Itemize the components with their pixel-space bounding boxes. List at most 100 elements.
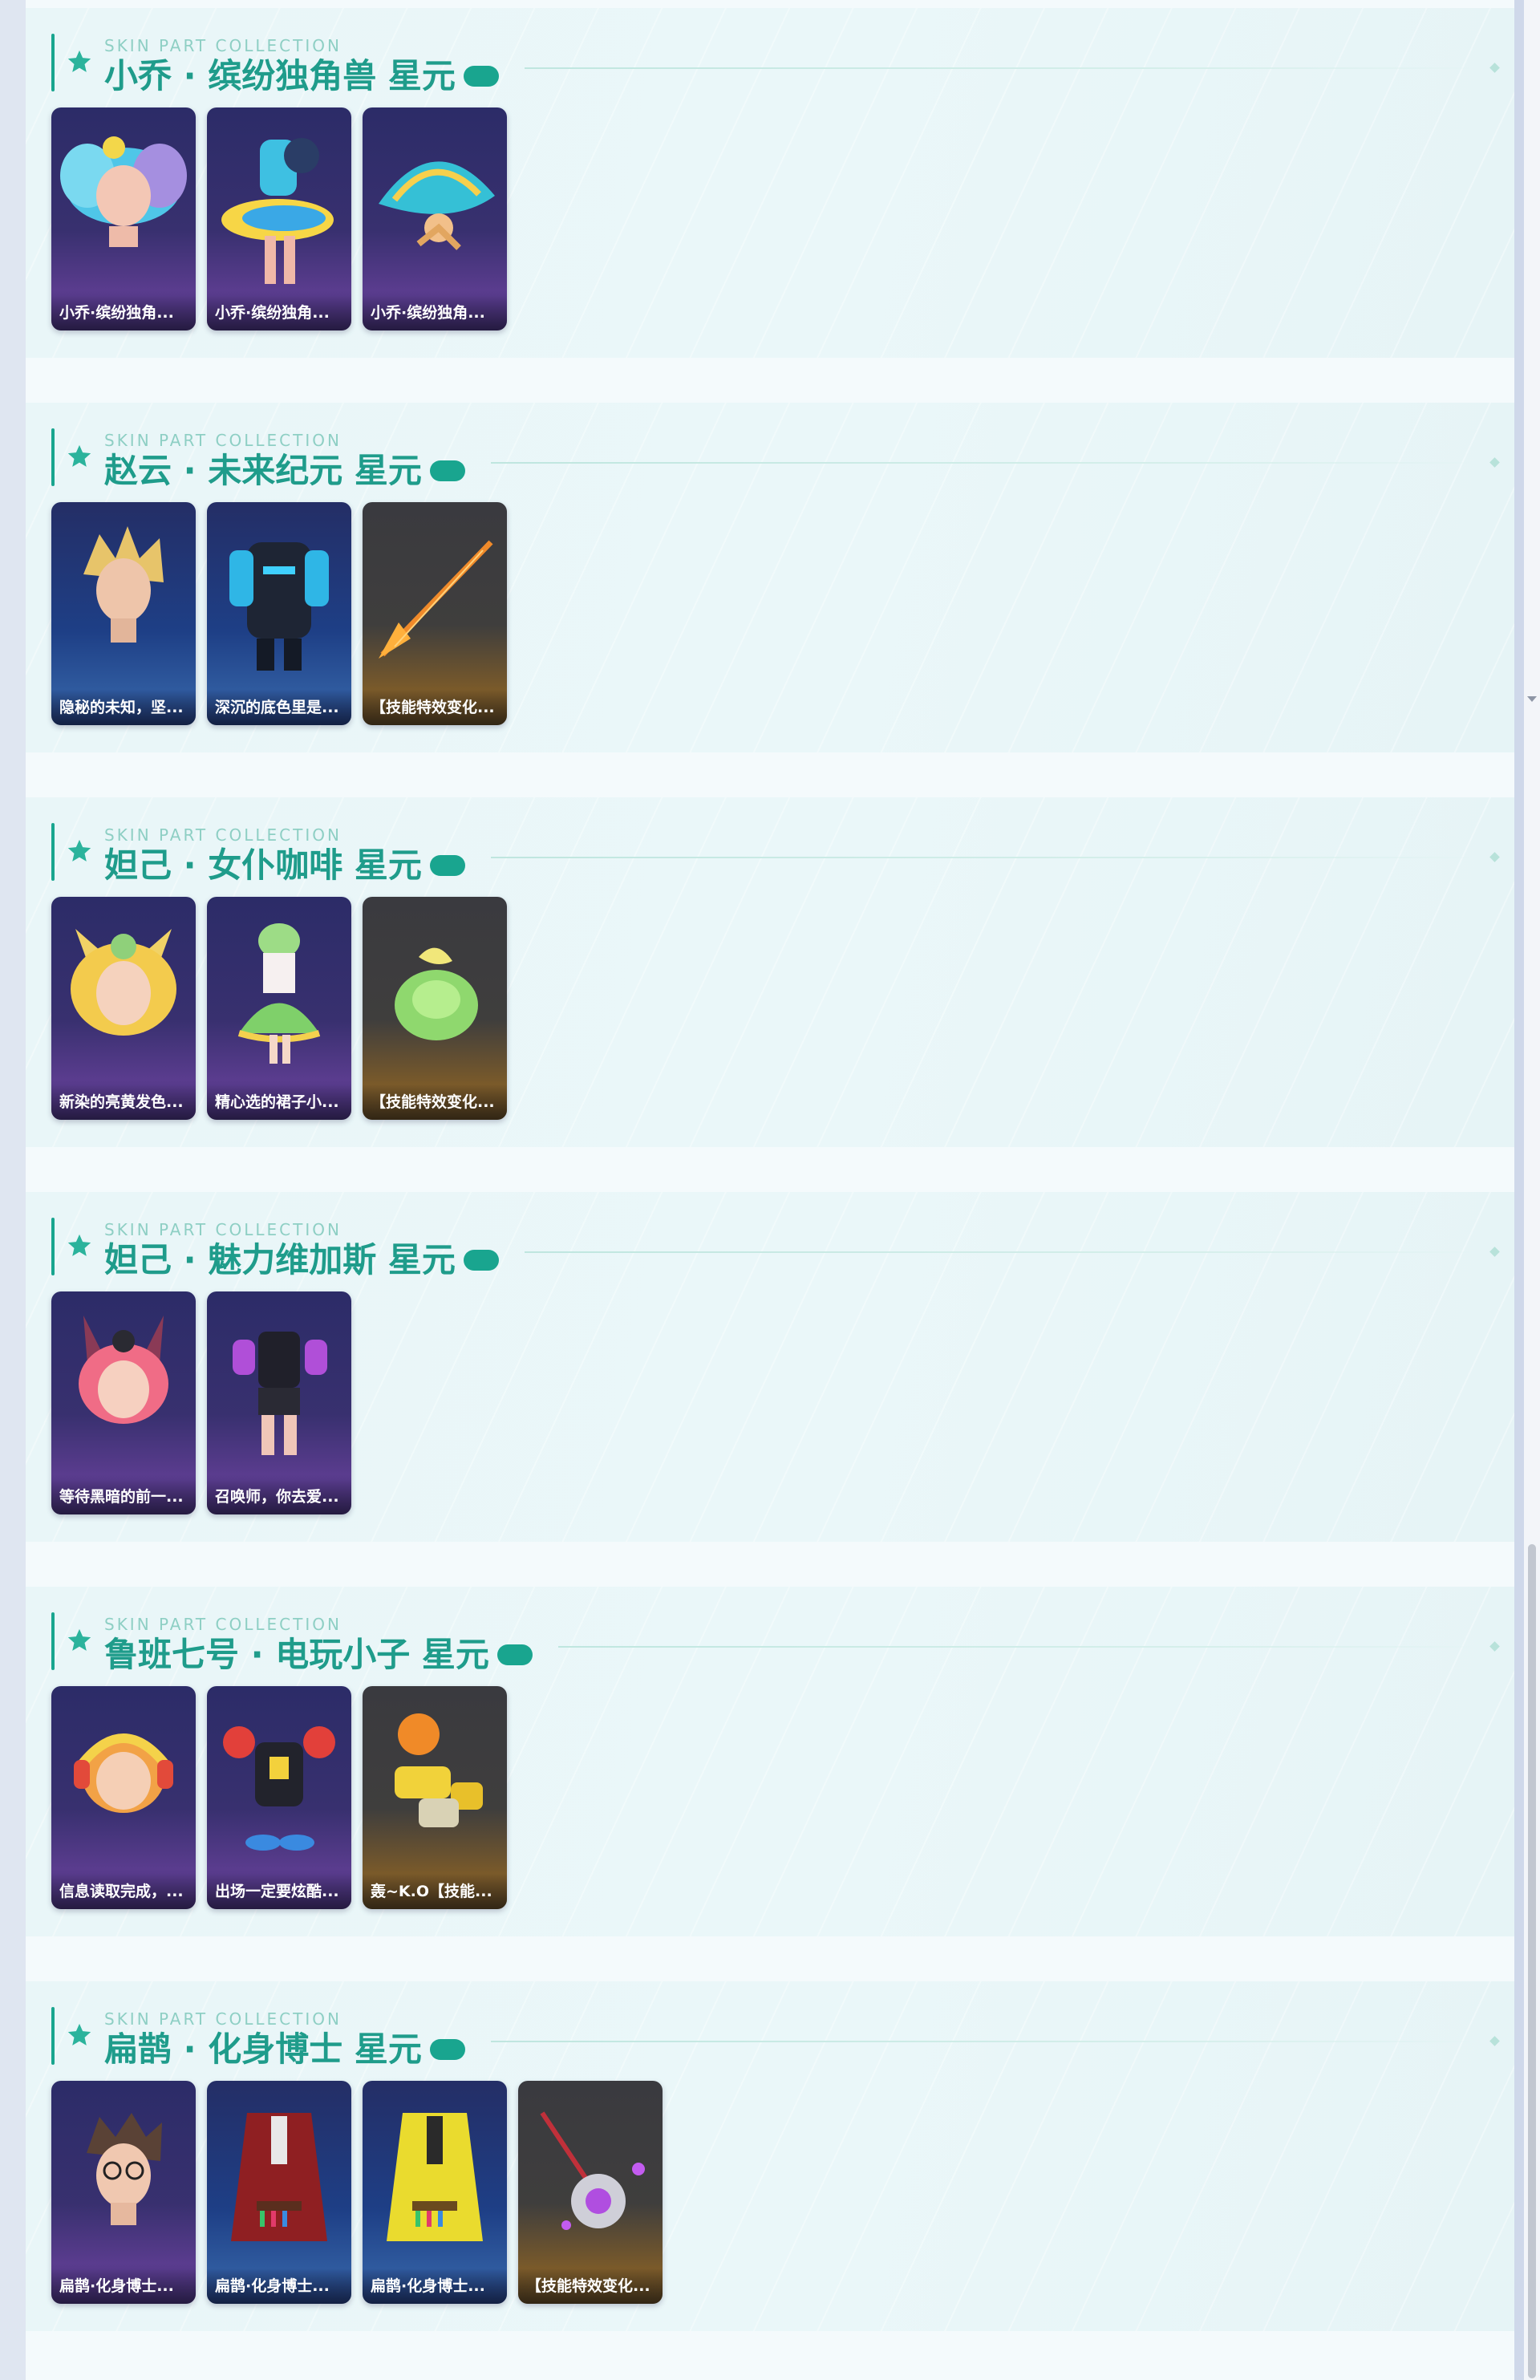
skin-part-card[interactable]: 信息读取完成，... <box>51 1686 196 1909</box>
title-pill-badge <box>496 1644 533 1665</box>
scroll-down-arrow-icon[interactable] <box>1527 696 1537 702</box>
section-header: SKIN PART COLLECTION 扁鹊 · 化身博士 星元 <box>51 2005 1514 2073</box>
section-title: 妲己 · 魅力维加斯 星元 <box>104 1239 499 1282</box>
header-line <box>491 857 1489 858</box>
card-label: 深沉的底色里是... <box>207 690 351 725</box>
collection-section: SKIN PART COLLECTION 小乔 · 缤纷独角兽 星元 小乔·缤纷… <box>26 8 1514 358</box>
section-eyebrow: SKIN PART COLLECTION <box>104 1615 342 1634</box>
skin-part-card[interactable]: 扁鹊·化身博士... <box>207 2081 351 2304</box>
header-diamond <box>1489 2036 1500 2046</box>
title-pill-badge <box>429 460 465 481</box>
skill-effect-icon <box>395 947 478 1040</box>
header-diamond <box>1489 63 1500 73</box>
blaster-weapon-icon <box>395 1713 483 1827</box>
header-diamond <box>1489 1641 1500 1652</box>
skin-part-card[interactable]: 小乔·缤纷独角... <box>363 107 507 330</box>
section-title-text: 小乔 · 缤纷独角兽 星元 <box>104 56 456 95</box>
accent-bar <box>51 2007 55 2065</box>
title-pill-badge <box>429 2038 465 2060</box>
accent-bar <box>51 1612 55 1670</box>
section-header: SKIN PART COLLECTION 鲁班七号 · 电玩小子 星元 <box>51 1611 1514 1678</box>
card-label: 【技能特效变化... <box>518 2269 663 2304</box>
accent-bar <box>51 34 55 91</box>
collection-section: SKIN PART COLLECTION 扁鹊 · 化身博士 星元 扁鹊·化身博… <box>26 1981 1514 2331</box>
fan-weapon-icon <box>379 161 495 250</box>
title-pill-badge <box>429 854 465 876</box>
header-line <box>525 1251 1489 1253</box>
outfit-part-icon <box>223 1726 335 1851</box>
armor-part-icon <box>229 542 329 671</box>
skin-part-card[interactable]: 扁鹊·化身博士... <box>51 2081 196 2304</box>
card-label: 隐秘的未知，坚... <box>51 690 196 725</box>
outfit-part-icon <box>221 138 334 284</box>
skin-part-card[interactable]: 新染的亮黄发色... <box>51 897 196 1120</box>
header-line <box>558 1646 1489 1648</box>
header-diamond <box>1489 852 1500 862</box>
scrollbar-thumb[interactable] <box>1528 1544 1536 2378</box>
section-title-text: 妲己 · 女仆咖啡 星元 <box>104 845 422 885</box>
card-label: 新染的亮黄发色... <box>51 1085 196 1120</box>
header-diamond <box>1489 457 1500 468</box>
section-title: 鲁班七号 · 电玩小子 星元 <box>104 1633 533 1677</box>
star-icon <box>67 444 91 467</box>
skin-part-card[interactable]: 【技能特效变化... <box>518 2081 663 2304</box>
skin-part-card[interactable]: 召唤师，你去爱... <box>207 1291 351 1514</box>
section-eyebrow: SKIN PART COLLECTION <box>104 2009 342 2029</box>
skin-part-card[interactable]: 深沉的底色里是... <box>207 502 351 725</box>
section-title: 扁鹊 · 化身博士 星元 <box>104 2028 465 2071</box>
accent-bar <box>51 823 55 881</box>
section-header: SKIN PART COLLECTION 赵云 · 未来纪元 星元 <box>51 427 1514 494</box>
head-part-icon <box>79 1316 168 1424</box>
header-line <box>491 2041 1489 2042</box>
header-diamond <box>1489 1247 1500 1257</box>
card-label: 召唤师，你去爱... <box>207 1479 351 1514</box>
skin-part-card[interactable]: 扁鹊·化身博士... <box>363 2081 507 2304</box>
card-label: 扁鹊·化身博士... <box>51 2269 196 2304</box>
section-header: SKIN PART COLLECTION 妲己 · 女仆咖啡 星元 <box>51 821 1514 889</box>
skin-part-card[interactable]: 小乔·缤纷独角... <box>51 107 196 330</box>
card-label: 出场一定要炫酷... <box>207 1874 351 1909</box>
outfit-part-icon <box>233 1332 327 1455</box>
skin-part-card[interactable]: 等待黑暗的前一... <box>51 1291 196 1514</box>
dress-part-icon <box>237 923 321 1064</box>
card-label: 小乔·缤纷独角... <box>51 295 196 330</box>
card-label: 小乔·缤纷独角... <box>363 295 507 330</box>
card-label: 扁鹊·化身博士... <box>363 2269 507 2304</box>
skin-part-card[interactable]: 【技能特效变化... <box>363 502 507 725</box>
card-label: 信息读取完成，... <box>51 1874 196 1909</box>
section-eyebrow: SKIN PART COLLECTION <box>104 825 342 845</box>
skin-part-card[interactable]: 精心选的裙子小... <box>207 897 351 1120</box>
card-label: 精心选的裙子小... <box>207 1085 351 1120</box>
section-title: 赵云 · 未来纪元 星元 <box>104 449 465 493</box>
card-label: 扁鹊·化身博士... <box>207 2269 351 2304</box>
section-title-text: 鲁班七号 · 电玩小子 星元 <box>104 1635 489 1674</box>
head-part-icon <box>83 526 164 643</box>
head-part-icon <box>74 1733 173 1813</box>
collection-section: SKIN PART COLLECTION 妲己 · 魅力维加斯 星元 等待黑暗的… <box>26 1192 1514 1542</box>
collection-section: SKIN PART COLLECTION 鲁班七号 · 电玩小子 星元 信息读取… <box>26 1587 1514 1936</box>
skin-part-card[interactable]: 【技能特效变化... <box>363 897 507 1120</box>
section-title-text: 赵云 · 未来纪元 星元 <box>104 451 422 490</box>
card-label: 【技能特效变化... <box>363 690 507 725</box>
star-icon <box>67 839 91 862</box>
star-icon <box>67 50 91 72</box>
collection-section: SKIN PART COLLECTION 赵云 · 未来纪元 星元 隐秘的未知，… <box>26 403 1514 752</box>
section-eyebrow: SKIN PART COLLECTION <box>104 431 342 450</box>
skin-part-card[interactable]: 小乔·缤纷独角... <box>207 107 351 330</box>
accent-bar <box>51 1218 55 1275</box>
title-pill-badge <box>463 1249 499 1271</box>
skin-part-card[interactable]: 轰~K.O【技能... <box>363 1686 507 1909</box>
skin-part-card[interactable]: 隐秘的未知，坚... <box>51 502 196 725</box>
star-icon <box>67 2023 91 2046</box>
header-line <box>491 462 1489 464</box>
skin-part-card[interactable]: 出场一定要炫酷... <box>207 1686 351 1909</box>
star-icon <box>67 1628 91 1651</box>
section-eyebrow: SKIN PART COLLECTION <box>104 1220 342 1239</box>
card-label: 小乔·缤纷独角... <box>207 295 351 330</box>
section-title: 妲己 · 女仆咖啡 星元 <box>104 844 465 887</box>
accent-bar <box>51 428 55 486</box>
star-icon <box>67 1234 91 1256</box>
section-header: SKIN PART COLLECTION 小乔 · 缤纷独角兽 星元 <box>51 32 1514 99</box>
coat-part-icon <box>231 2113 327 2241</box>
card-label: 轰~K.O【技能... <box>363 1874 507 1909</box>
